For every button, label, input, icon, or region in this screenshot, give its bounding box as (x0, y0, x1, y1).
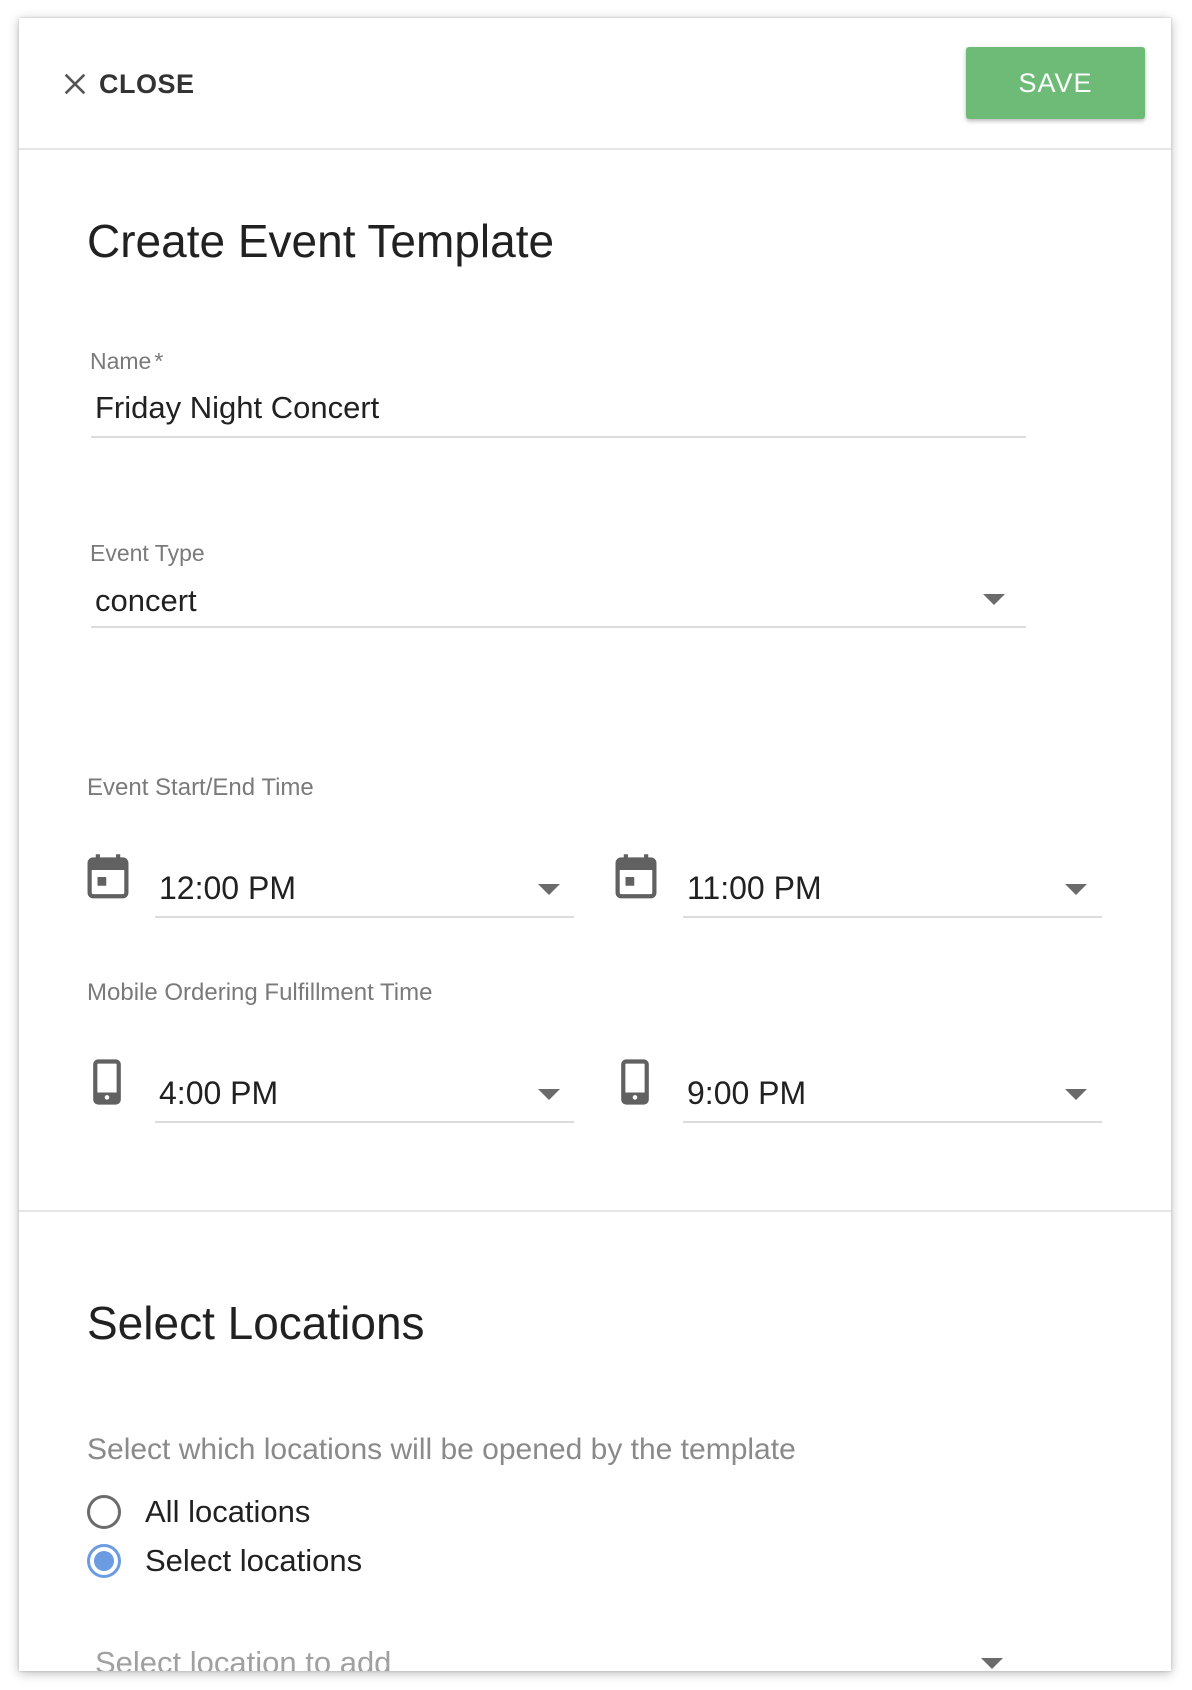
radio-label: All locations (145, 1494, 311, 1529)
radio-label: Select locations (145, 1543, 363, 1578)
dropdown-caret-icon[interactable] (981, 1658, 1003, 1669)
close-icon (64, 73, 86, 95)
name-field-label: Name * (90, 348, 164, 374)
locations-title: Select Locations (87, 1297, 425, 1349)
locations-helper-text: Select which locations will be opened by… (87, 1433, 796, 1466)
location-add-select[interactable]: Select location to add (95, 1645, 391, 1671)
calendar-icon (615, 854, 657, 899)
mobile-start-time-select[interactable]: 4:00 PM (159, 1075, 278, 1112)
name-input-underline (91, 436, 1026, 438)
dropdown-caret-icon[interactable] (1065, 1089, 1087, 1100)
close-button-label: CLOSE (99, 68, 195, 99)
dropdown-caret-icon[interactable] (983, 594, 1005, 605)
event-start-underline (155, 916, 574, 918)
radio-checked-icon[interactable] (87, 1544, 121, 1578)
radio-unchecked-icon[interactable] (87, 1495, 121, 1529)
event-type-select[interactable]: concert (95, 583, 1025, 619)
smartphone-icon (93, 1059, 121, 1105)
dialog-header: CLOSE SAVE (19, 18, 1171, 150)
mobile-time-label: Mobile Ordering Fulfillment Time (87, 979, 433, 1006)
required-marker: * (154, 348, 164, 374)
section-divider (19, 1210, 1171, 1212)
mobile-end-underline (683, 1121, 1102, 1123)
mobile-start-underline (155, 1121, 574, 1123)
close-button[interactable]: CLOSE (61, 64, 195, 104)
name-input[interactable]: Friday Night Concert (95, 390, 1025, 426)
event-type-underline (91, 626, 1026, 628)
event-type-label: Event Type (90, 540, 205, 566)
radio-dot (94, 1551, 114, 1571)
save-button[interactable]: SAVE (966, 47, 1145, 119)
event-end-time-select[interactable]: 11:00 PM (687, 870, 822, 907)
mobile-end-time-select[interactable]: 9:00 PM (687, 1075, 806, 1112)
calendar-icon (87, 854, 129, 899)
smartphone-icon (621, 1059, 649, 1105)
radio-select-locations[interactable]: Select locations (87, 1543, 362, 1579)
dropdown-caret-icon[interactable] (1065, 884, 1087, 895)
event-template-dialog: CLOSE SAVE Create Event Template Name * F… (19, 18, 1171, 1671)
page-title: Create Event Template (87, 215, 555, 267)
event-start-time-select[interactable]: 12:00 PM (159, 870, 296, 907)
event-end-underline (683, 916, 1102, 918)
dropdown-caret-icon[interactable] (538, 1089, 560, 1100)
event-time-label: Event Start/End Time (87, 774, 314, 801)
radio-all-locations[interactable]: All locations (87, 1494, 310, 1530)
dropdown-caret-icon[interactable] (538, 884, 560, 895)
